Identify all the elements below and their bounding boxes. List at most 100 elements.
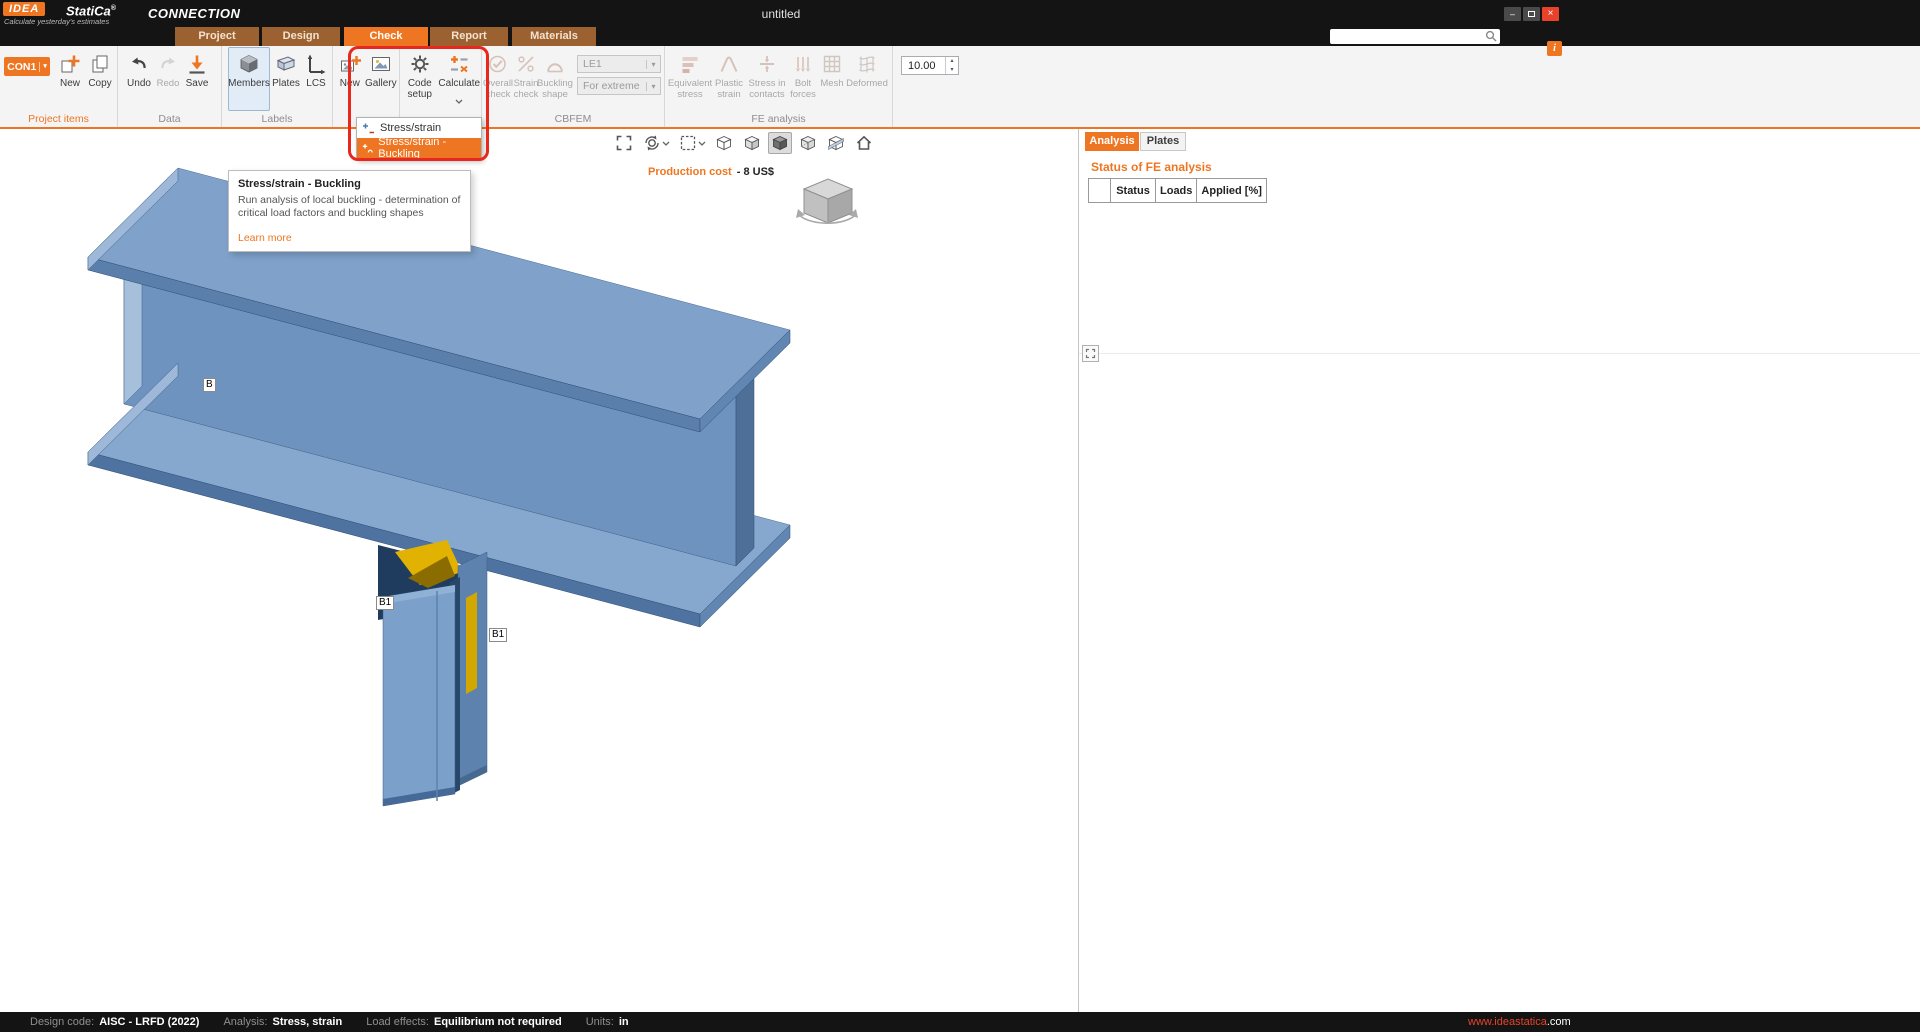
calculate-button[interactable]: Calculate xyxy=(438,47,481,111)
bolt-forces-icon xyxy=(792,52,814,76)
new-icon xyxy=(59,52,81,76)
mesh-button: Mesh xyxy=(818,47,846,111)
plastic-strain-label: Plastic strain xyxy=(712,79,746,100)
menu-item-stress-strain-buckling[interactable]: Stress/strain - Buckling xyxy=(357,138,481,158)
new-picture-button[interactable]: New xyxy=(337,47,363,111)
overall-check-icon xyxy=(487,52,509,76)
tab-materials[interactable]: Materials xyxy=(512,27,596,46)
calculate-dropdown-menu: Stress/strain Stress/strain - Buckling xyxy=(356,117,482,159)
statusbar: Design code: AISC - LRFD (2022) Analysis… xyxy=(0,1012,1920,1032)
home-view-button[interactable] xyxy=(852,132,876,154)
spinner-up-button[interactable]: ▴ xyxy=(946,57,958,66)
menu-item-stress-strain[interactable]: Stress/strain xyxy=(357,118,481,138)
tab-design[interactable]: Design xyxy=(262,27,340,46)
load-effects-label: Load effects: xyxy=(366,1016,429,1028)
minimize-button[interactable]: – xyxy=(1504,7,1521,21)
tab-plates[interactable]: Plates xyxy=(1140,132,1186,151)
tab-analysis[interactable]: Analysis xyxy=(1085,132,1139,151)
view-solid-button[interactable] xyxy=(768,132,792,154)
navigation-cube-icon xyxy=(792,173,862,231)
ribbon-group-calculate: Code setup Calculate xyxy=(400,46,482,127)
viewport-toolbar xyxy=(612,132,876,154)
bolt-forces-label: Bolt forces xyxy=(788,79,818,100)
code-setup-button[interactable]: Code setup xyxy=(402,47,438,111)
close-button[interactable]: × xyxy=(1542,7,1559,21)
fit-view-button[interactable] xyxy=(612,132,636,154)
tab-project[interactable]: Project xyxy=(175,27,259,46)
member-label-beam[interactable]: B xyxy=(203,378,216,392)
minimize-icon: – xyxy=(1510,9,1515,19)
view-shaded-edges-button[interactable] xyxy=(740,132,764,154)
learn-more-link[interactable]: Learn more xyxy=(238,232,292,244)
chevron-down-icon: ▾ xyxy=(646,60,660,69)
navigation-cube[interactable] xyxy=(792,173,862,236)
menu-item-label: Stress/strain xyxy=(380,122,441,134)
calculate-label: Calculate xyxy=(438,79,480,90)
new-item-button[interactable]: New xyxy=(55,47,85,111)
viewport-3d[interactable]: Production cost- 8 US$ B B1 B1 xyxy=(0,129,1078,1012)
chevron-down-icon xyxy=(698,141,706,146)
solid-cube-icon xyxy=(771,134,789,152)
load-effects-value: Equilibrium not required xyxy=(434,1016,562,1028)
home-icon xyxy=(855,134,873,152)
mesh-icon xyxy=(821,52,843,76)
ribbon-group-scale: 10.00 ▴ ▾ xyxy=(893,46,973,127)
spinner-down-button[interactable]: ▾ xyxy=(946,66,958,75)
extreme-select: For extreme▾ xyxy=(577,77,661,95)
new-item-label: New xyxy=(60,79,80,90)
group-label-labels: Labels xyxy=(222,113,332,125)
tooltip-title: Stress/strain - Buckling xyxy=(238,178,461,190)
undo-button[interactable]: Undo xyxy=(124,47,154,111)
scale-value[interactable]: 10.00 xyxy=(902,60,945,72)
copy-button[interactable]: Copy xyxy=(85,47,115,111)
orbit-icon xyxy=(643,134,661,152)
tooltip-body: Run analysis of local buckling - determi… xyxy=(238,194,461,220)
document-title: untitled xyxy=(762,7,801,21)
member-label-column[interactable]: B1 xyxy=(376,596,394,610)
info-button[interactable]: i xyxy=(1547,41,1562,56)
lcs-button[interactable]: LCS xyxy=(302,47,330,111)
website-main: www.ideastatica xyxy=(1468,1016,1547,1028)
deformed-icon xyxy=(856,52,878,76)
undo-label: Undo xyxy=(127,79,151,90)
lcs-label: LCS xyxy=(306,79,325,90)
design-code-label: Design code: xyxy=(30,1016,94,1028)
website-link[interactable]: www.ideastatica.com xyxy=(1468,1016,1571,1028)
tagline: Calculate yesterday's estimates xyxy=(4,17,109,26)
view-wireframe-button[interactable] xyxy=(712,132,736,154)
tab-check[interactable]: Check xyxy=(344,27,428,46)
selection-mode-button[interactable] xyxy=(676,132,708,154)
gallery-button[interactable]: Gallery xyxy=(363,47,399,111)
plates-icon xyxy=(275,52,297,76)
members-label: Members xyxy=(228,79,270,90)
stress-in-contacts-label: Stress in contacts xyxy=(746,79,788,100)
search-input[interactable] xyxy=(1330,30,1485,43)
save-button[interactable]: Save xyxy=(182,47,212,111)
analysis-value: Stress, strain xyxy=(273,1016,343,1028)
transparent-cube-icon xyxy=(799,134,817,152)
application-window: IDEA StatiCa® Calculate yesterday's esti… xyxy=(0,0,1920,1032)
orbit-button[interactable] xyxy=(640,132,672,154)
group-label-data: Data xyxy=(118,113,221,125)
expand-panel-button[interactable] xyxy=(1082,345,1099,362)
section-view-button[interactable] xyxy=(824,132,848,154)
units-value: in xyxy=(619,1016,629,1028)
search-box xyxy=(1330,29,1500,44)
main-tabbar: Project Design Check Report Materials xyxy=(0,27,1920,46)
stress-in-contacts-button: Stress in contacts xyxy=(746,47,788,111)
con-selector[interactable]: CON1▾ xyxy=(4,57,50,76)
members-button[interactable]: Members xyxy=(228,47,270,111)
gallery-label: Gallery xyxy=(365,79,397,90)
panel-divider xyxy=(1079,353,1920,354)
maximize-button[interactable] xyxy=(1523,7,1540,21)
copy-label: Copy xyxy=(88,79,111,90)
deformed-label: Deformed xyxy=(846,79,888,90)
load-case-select: LE1▾ xyxy=(577,55,661,73)
registered-mark: ® xyxy=(111,5,116,12)
tab-report[interactable]: Report xyxy=(430,27,508,46)
member-label-plate[interactable]: B1 xyxy=(489,628,507,642)
plates-button[interactable]: Plates xyxy=(270,47,302,111)
view-transparent-button[interactable] xyxy=(796,132,820,154)
undo-icon xyxy=(128,52,150,76)
scene-canvas[interactable] xyxy=(0,129,1078,1012)
